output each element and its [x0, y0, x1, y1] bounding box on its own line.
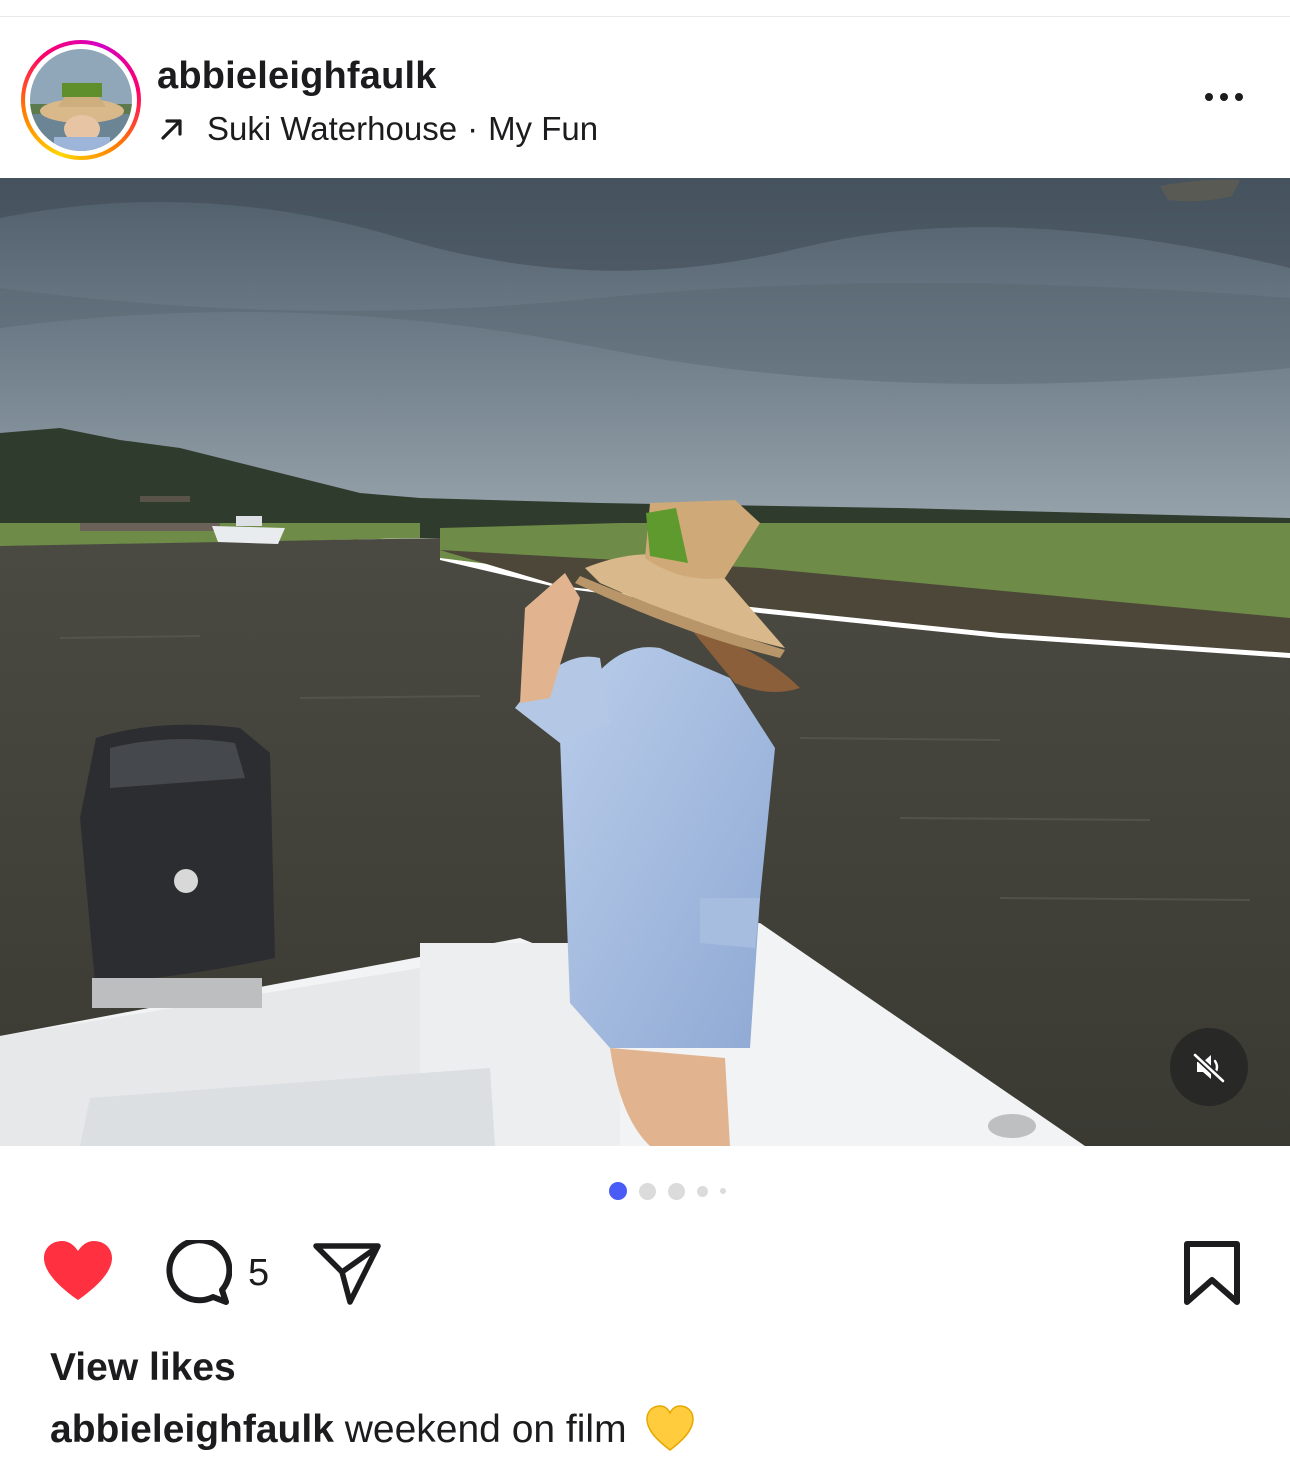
like-button[interactable]	[42, 1240, 114, 1304]
avatar-image	[30, 49, 132, 151]
heart-filled-icon	[44, 1241, 112, 1300]
action-bar: 5	[0, 1236, 1290, 1308]
share-button[interactable]	[312, 1240, 382, 1306]
username[interactable]: abbieleighfaulk	[157, 55, 437, 98]
comment-icon	[166, 1237, 233, 1305]
story-ring[interactable]	[21, 40, 141, 160]
more-options-button[interactable]	[1194, 81, 1254, 113]
post-header: abbieleighfaulk Suki Waterhouse · My Fun	[0, 17, 1290, 178]
music-separator: ·	[467, 110, 479, 147]
arrow-up-right-icon	[161, 119, 182, 140]
music-attribution[interactable]: Suki Waterhouse · My Fun	[157, 109, 598, 149]
save-button[interactable]	[1181, 1240, 1243, 1306]
music-artist: Suki Waterhouse	[207, 110, 458, 147]
music-song: My Fun	[488, 110, 599, 147]
mute-toggle-button[interactable]	[1170, 1028, 1248, 1106]
comment-count: 5	[248, 1252, 270, 1294]
carousel-dot	[639, 1182, 656, 1200]
comment-button[interactable]	[164, 1237, 233, 1308]
caption-username[interactable]: abbieleighfaulk	[50, 1408, 334, 1451]
share-send-icon	[313, 1243, 381, 1305]
post-photo[interactable]	[0, 178, 1290, 1146]
carousel-indicator	[0, 1182, 1290, 1200]
caption: abbieleighfaulk weekend on film	[50, 1404, 695, 1454]
more-horizontal-icon	[1205, 93, 1213, 101]
carousel-dot	[668, 1182, 685, 1200]
avatar[interactable]	[30, 49, 132, 151]
carousel-dot-active	[609, 1182, 627, 1200]
yellow-heart-icon	[646, 1405, 695, 1451]
speaker-muted-icon	[1192, 1052, 1226, 1084]
caption-text: weekend on film	[344, 1408, 627, 1451]
view-likes-link[interactable]: View likes	[50, 1346, 236, 1390]
carousel-dot	[697, 1185, 708, 1197]
carousel-dot	[720, 1188, 726, 1194]
photo-boat-marsh	[0, 178, 1290, 1146]
bookmark-icon	[1184, 1241, 1240, 1305]
